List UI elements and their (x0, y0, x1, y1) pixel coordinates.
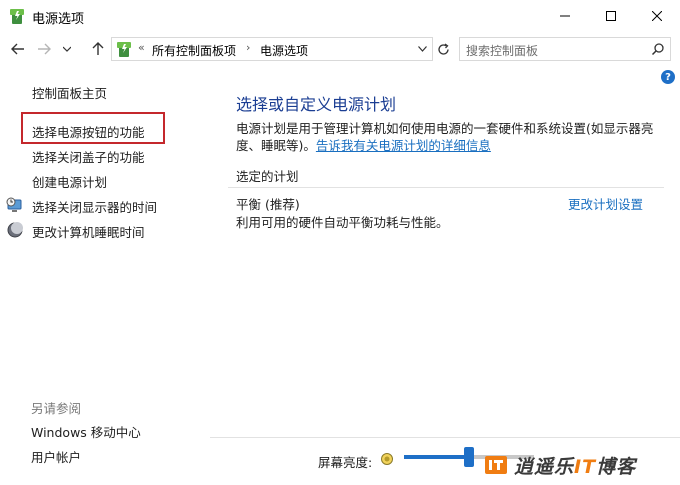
see-also-heading: 另请参阅 (31, 401, 82, 416)
chevron-down-icon (417, 46, 427, 52)
search-icon[interactable] (651, 42, 665, 56)
help-icon[interactable]: ? (661, 70, 675, 84)
forward-arrow-icon (38, 43, 51, 55)
description-line-2: 度、睡眠等)。告诉我有关电源计划的详细信息 (236, 135, 491, 154)
change-plan-settings-link[interactable]: 更改计划设置 (568, 194, 643, 213)
sidebar-mobility-center[interactable]: Windows 移动中心 (31, 422, 141, 441)
section-divider (228, 187, 664, 188)
plan-description: 利用可用的硬件自动平衡功耗与性能。 (236, 215, 449, 230)
up-arrow-icon (92, 42, 104, 55)
breadcrumb-chevron-icon[interactable]: › (246, 41, 250, 54)
footer-divider (210, 437, 680, 438)
sidebar-sleep-time[interactable]: 更改计算机睡眠时间 (32, 222, 145, 241)
title-bar: 电源选项 (0, 0, 680, 32)
power-options-icon (117, 42, 131, 57)
watermark-it: IT (574, 456, 597, 478)
description-prefix: 度、睡眠等)。 (236, 138, 316, 153)
brightness-label: 屏幕亮度: (318, 455, 373, 470)
plan-name-balanced[interactable]: 平衡 (推荐) (236, 194, 300, 213)
search-box[interactable]: 搜索控制面板 (459, 37, 671, 61)
sidebar-home-link[interactable]: 控制面板主页 (32, 83, 107, 102)
refresh-icon (437, 42, 449, 55)
watermark-logo-icon (485, 456, 507, 474)
breadcrumb-all-items[interactable]: 所有控制面板项 (152, 42, 236, 59)
back-arrow-icon (11, 43, 24, 55)
power-options-icon (10, 9, 24, 24)
forward-button[interactable] (34, 39, 54, 59)
sidebar: 控制面板主页 选择电源按钮的功能 选择关闭盖子的功能 创建电源计划 选择关闭显示… (0, 64, 210, 485)
brightness-slider-thumb[interactable] (464, 447, 474, 467)
back-button[interactable] (8, 39, 28, 59)
address-bar[interactable]: « 所有控制面板项 › 电源选项 (111, 37, 433, 61)
up-button[interactable] (88, 39, 108, 59)
minimize-button[interactable] (542, 0, 588, 32)
brightness-slider-fill (404, 455, 469, 459)
recent-dropdown-icon (63, 46, 71, 52)
close-button[interactable] (634, 0, 680, 32)
selected-plan-heading: 选定的计划 (236, 169, 299, 184)
watermark: 逍遥乐IT博客 (484, 450, 680, 480)
page-title: 选择或自定义电源计划 (236, 95, 397, 114)
watermark-prefix: 逍遥乐 (514, 456, 575, 478)
sidebar-user-accounts[interactable]: 用户帐户 (31, 447, 81, 466)
maximize-icon (606, 11, 616, 21)
sidebar-choose-lid[interactable]: 选择关闭盖子的功能 (32, 147, 145, 166)
address-dropdown-button[interactable] (416, 42, 428, 56)
sidebar-display-off-time[interactable]: 选择关闭显示器的时间 (32, 197, 157, 216)
breadcrumb-separator-icon[interactable]: « (138, 41, 145, 54)
learn-more-link[interactable]: 告诉我有关电源计划的详细信息 (316, 138, 491, 153)
monitor-clock-icon (6, 197, 22, 212)
recent-locations-button[interactable] (60, 39, 74, 59)
maximize-button[interactable] (588, 0, 634, 32)
moon-sleep-icon (7, 222, 23, 238)
minimize-icon (560, 15, 570, 17)
brightness-icon (381, 453, 393, 465)
close-icon (652, 11, 662, 21)
watermark-text: 逍遥乐IT博客 (514, 452, 636, 479)
window-title: 电源选项 (32, 12, 85, 27)
sidebar-choose-power-button[interactable]: 选择电源按钮的功能 (32, 122, 145, 141)
sidebar-create-plan[interactable]: 创建电源计划 (32, 172, 107, 191)
breadcrumb-power-options[interactable]: 电源选项 (260, 42, 308, 59)
refresh-button[interactable] (434, 37, 452, 61)
search-placeholder[interactable]: 搜索控制面板 (466, 42, 538, 59)
watermark-suffix: 博客 (596, 456, 637, 478)
